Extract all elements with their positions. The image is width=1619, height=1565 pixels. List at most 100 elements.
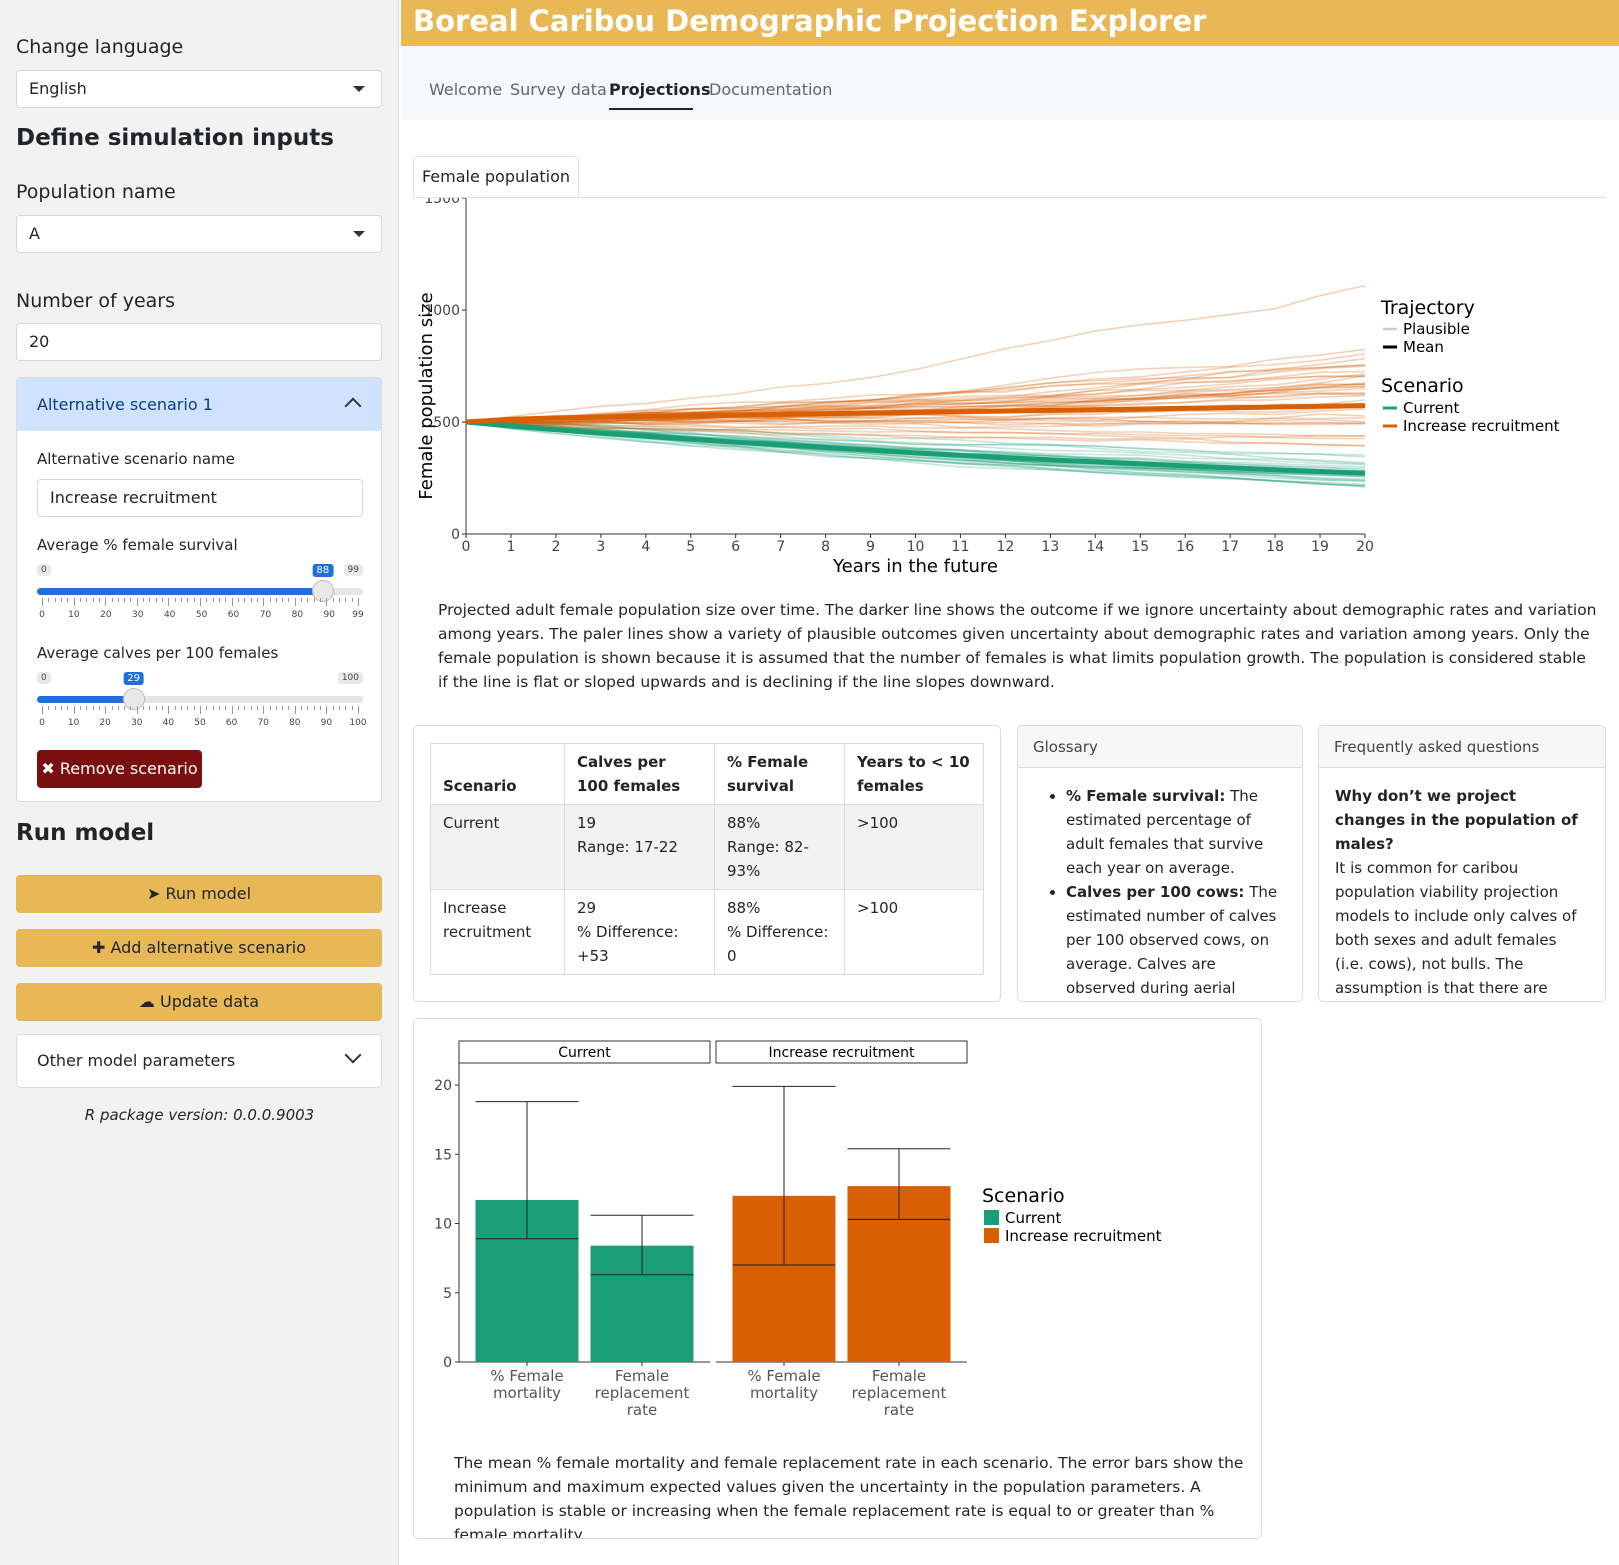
slider-tick (111, 706, 113, 710)
update-data-button[interactable]: ☁ Update data (16, 983, 382, 1021)
slider-tick (244, 706, 246, 710)
slider-tick (155, 706, 157, 710)
calves-value: 29 (577, 899, 597, 917)
x-tick-label: 17 (1221, 539, 1239, 555)
slider-tick (307, 598, 309, 602)
language-label: Change language (16, 36, 184, 58)
slider-tick (193, 706, 195, 710)
slider-tick (92, 706, 94, 710)
slider-tick (181, 598, 183, 602)
tab-survey-data[interactable]: Survey data (510, 80, 607, 99)
y-axis-title: Female population size (416, 292, 437, 499)
slider-tick (269, 706, 271, 710)
tab-female-population[interactable]: Female population (413, 156, 579, 198)
glossary-card: Glossary % Female survival: The estimate… (1017, 725, 1303, 1002)
slider-tick (67, 706, 69, 710)
cell-years: >100 (844, 889, 984, 975)
calves-slider[interactable]: 0 100 29 0 10 20 30 40 50 60 70 80 90 100 (37, 672, 367, 734)
x-tick-label: 3 (596, 539, 605, 555)
slider-tick-label: 0 (39, 718, 45, 728)
tab-documentation[interactable]: Documentation (709, 80, 832, 99)
x-tick-label: 18 (1266, 539, 1284, 555)
table-header-row: Scenario Calves per 100 females % Female… (430, 743, 984, 805)
app-title: Boreal Caribou Demographic Projection Ex… (413, 4, 1207, 38)
tab-welcome[interactable]: Welcome (429, 80, 502, 99)
y-tick-label: 20 (434, 1078, 452, 1094)
scenario-name-input[interactable]: Increase recruitment (37, 479, 363, 517)
slider-max-label: 99 (343, 564, 363, 576)
survival-sub: Range: 82-93% (727, 838, 809, 880)
calves-value: 19 (577, 814, 597, 832)
survival-sub: % Difference: 0 (727, 923, 829, 965)
legend-label-current: Current (1005, 1209, 1061, 1227)
survival-label: Average % female survival (37, 536, 238, 554)
add-scenario-button[interactable]: ✚ Add alternative scenario (16, 929, 382, 967)
slider-tick (332, 598, 334, 602)
slider-tick (237, 706, 239, 710)
slider-ticks: 0 10 20 30 40 50 60 70 80 90 100 (37, 706, 367, 734)
remove-scenario-button[interactable]: ✖ Remove scenario (37, 750, 202, 788)
slider-tick (136, 598, 138, 606)
other-parameters-accordion[interactable]: Other model parameters (16, 1034, 382, 1088)
language-select[interactable]: English (16, 70, 382, 108)
cell-scenario: Current (430, 804, 565, 890)
slider-tick-label: 10 (67, 718, 80, 728)
slider-tick-label: 20 (100, 610, 112, 620)
run-model-button[interactable]: ➤ Run model (16, 875, 382, 913)
plus-icon: ✚ (91, 938, 106, 957)
slider-tick (339, 598, 341, 602)
slider-tick (149, 598, 151, 602)
slider-tick (60, 706, 62, 710)
cell-survival: 88% Range: 82-93% (714, 804, 845, 890)
x-tick-label: replacement (852, 1384, 947, 1402)
years-label: Number of years (16, 290, 176, 312)
x-tick-label: 2 (551, 539, 560, 555)
slider-tick (256, 598, 258, 602)
calves-sub: % Difference: +53 (577, 923, 679, 965)
slider-tick (320, 706, 322, 710)
slider-tick (206, 598, 208, 602)
slider-min-label: 0 (37, 672, 51, 684)
population-name-label: Population name (16, 181, 176, 203)
population-select[interactable]: A (16, 215, 382, 253)
survival-value: 88% (727, 899, 761, 917)
alternative-scenario-title: Alternative scenario 1 (37, 395, 213, 414)
slider-tick (294, 706, 296, 714)
cell-years: >100 (844, 804, 984, 890)
slider-tick-label: 0 (39, 610, 45, 620)
slider-tick (231, 706, 233, 714)
cell-calves: 29 % Difference: +53 (564, 889, 715, 975)
slider-tick (256, 706, 258, 710)
alternative-scenario-header[interactable]: Alternative scenario 1 (17, 378, 381, 431)
slider-ticks: 0 10 20 30 40 50 60 70 80 90 99 (37, 598, 364, 626)
slider-tick (54, 706, 56, 710)
tab-projections[interactable]: Projections (609, 80, 710, 99)
summary-table-card: Scenario Calves per 100 females % Female… (413, 725, 1001, 1002)
glossary-term: Calves per 100 cows: (1066, 883, 1245, 901)
slider-tick (320, 598, 322, 602)
slider-tick (218, 706, 220, 710)
paper-plane-icon: ➤ (146, 884, 161, 903)
legend-label-increase-recruitment: Increase recruitment (1403, 417, 1560, 435)
slider-tick (250, 598, 252, 602)
x-tick-label: 15 (1131, 539, 1149, 555)
slider-tick (345, 598, 347, 602)
slider-tick (143, 598, 145, 602)
define-inputs-heading: Define simulation inputs (16, 125, 334, 151)
slider-tick (193, 598, 195, 602)
slider-tick (54, 598, 56, 602)
years-input[interactable]: 20 (16, 323, 382, 361)
slider-tick (155, 598, 157, 602)
faq-card: Frequently asked questions Why don’t we … (1318, 725, 1606, 1002)
x-tick-label: 1 (506, 539, 515, 555)
calves-sub: Range: 17-22 (577, 838, 678, 856)
glossary-item: Calves per 100 cows: The estimated numbe… (1066, 880, 1286, 1001)
x-tick-label: 7 (776, 539, 785, 555)
slider-tick (130, 598, 132, 602)
slider-tick (358, 706, 359, 714)
slider-tick (326, 706, 328, 714)
slider-value-label: 29 (123, 672, 144, 685)
slider-tick (200, 706, 201, 714)
slider-tick (294, 598, 296, 606)
survival-slider[interactable]: 0 99 88 0 10 20 30 40 50 60 70 80 90 99 (37, 564, 364, 626)
